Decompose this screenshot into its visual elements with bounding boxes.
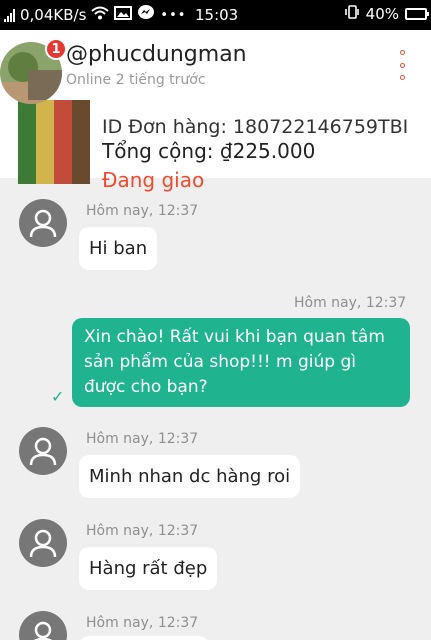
presence-status: Online 2 tiếng trước [66,72,206,88]
user-icon [29,437,57,466]
incoming-message-bubble[interactable]: Minh nhan dc hàng roi [79,455,301,498]
incoming-message-bubble[interactable]: Hàng rất đẹp [79,547,218,590]
incoming-message-bubble[interactable]: Hi ban [79,227,158,270]
unread-badge: 1 [45,38,67,60]
user-icon [29,529,57,558]
order-id: ID Đơn hàng: 180722146759TBI [102,116,409,138]
sender-avatar[interactable] [19,519,67,567]
status-bar: 0,04KB/s ••• 15:03 40% [0,0,431,30]
order-total: Tổng cộng: ₫225.000 [102,139,316,163]
chat-username[interactable]: @phucdungman [66,42,247,67]
overflow-notification-dots: ••• [160,7,187,23]
message-time: Hôm nay, 12:37 [86,431,199,447]
clock: 15:03 [195,6,239,24]
user-icon [29,209,57,238]
messenger-icon [137,4,155,26]
message-time: Hôm nay, 12:37 [86,615,199,631]
sender-avatar[interactable] [19,611,67,640]
message-time: Hôm nay, 12:37 [86,523,199,539]
sender-avatar[interactable] [19,427,67,475]
vibrate-icon [344,5,360,23]
order-status: Đang giao [102,168,205,192]
check-icon: ✓ [51,387,65,406]
image-icon [114,6,133,24]
battery-percent: 40% [365,5,399,23]
network-speed: 0,04KB/s [20,6,87,24]
outgoing-message-bubble[interactable]: Xin chào! Rất vui khi bạn quan tâm sản p… [72,318,410,407]
message-time: Hôm nay, 12:37 [86,203,199,219]
incoming-message-bubble[interactable] [79,636,209,640]
message-time: Hôm nay, 12:37 [294,295,407,311]
vertical-dots-icon[interactable] [394,50,410,80]
signal-bars-icon [4,8,15,22]
sender-avatar[interactable] [19,199,67,247]
wifi-icon [91,6,110,24]
user-icon [34,621,52,640]
battery-icon [405,8,429,20]
chat-header: 1 @phucdungman Online 2 tiếng trước [0,30,431,104]
